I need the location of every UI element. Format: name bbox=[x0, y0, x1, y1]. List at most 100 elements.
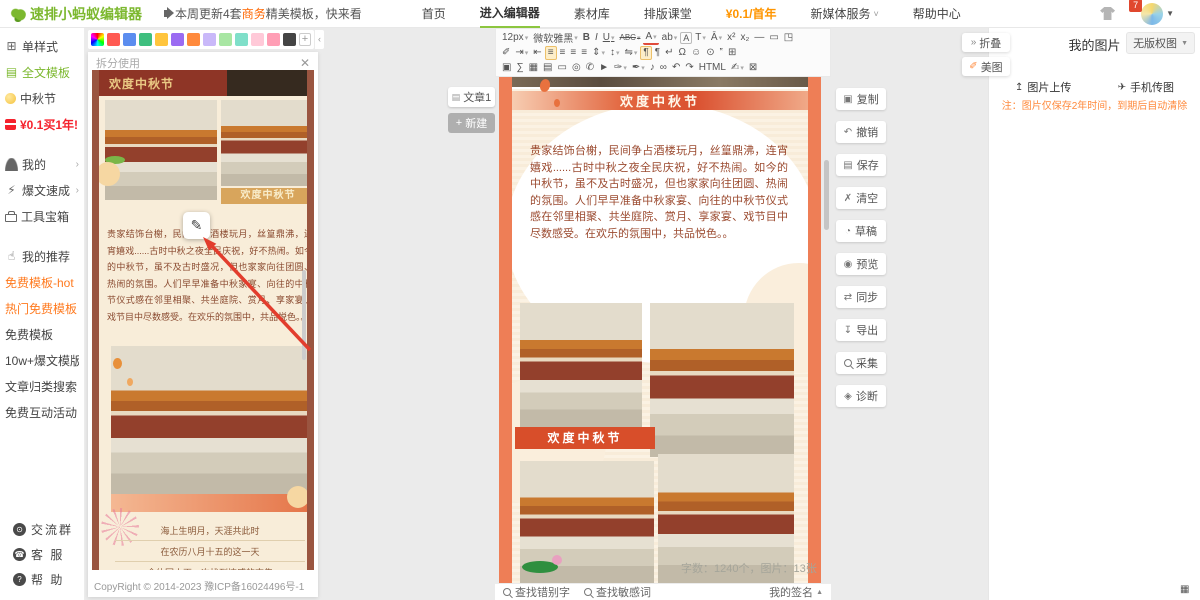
border-button[interactable]: A bbox=[680, 32, 692, 44]
special-char-button[interactable]: Ω bbox=[677, 46, 688, 60]
redo-button[interactable]: ↷ bbox=[683, 61, 695, 75]
preview-scrollbar[interactable] bbox=[302, 270, 306, 360]
logo[interactable]: 速排小蚂蚁编辑器 bbox=[10, 4, 142, 24]
sidebar-item-help[interactable]: ?帮 助 bbox=[0, 567, 84, 592]
sync-button[interactable]: ⇄同步 bbox=[836, 286, 886, 308]
new-article-button[interactable]: + 新建 bbox=[448, 113, 495, 133]
editor-canvas[interactable]: 欢度中秋节 贵家结饰台榭，民间争占酒楼玩月，丝篁鼎沸，连宵嬉戏......古时中… bbox=[499, 77, 821, 583]
article-paragraph[interactable]: 贵家结饰台榭，民间争占酒楼玩月，丝篁鼎沸，连宵嬉戏......古时中秋之夜全民庆… bbox=[530, 143, 788, 242]
color-swatch[interactable] bbox=[267, 33, 280, 46]
collapse-panel-button[interactable]: » 折叠 bbox=[962, 33, 1010, 52]
collect-button[interactable]: 采集 bbox=[836, 352, 886, 374]
sidebar-item-article-search[interactable]: 文章归类搜索 bbox=[0, 373, 84, 399]
image-button[interactable]: ▦ bbox=[527, 61, 540, 75]
highlight-color-button[interactable]: ab▾ bbox=[660, 31, 680, 45]
palace-image[interactable] bbox=[520, 303, 642, 427]
nav-editor[interactable]: 进入编辑器 bbox=[480, 0, 540, 28]
line-break-button[interactable]: ↵ bbox=[663, 46, 675, 60]
edit-pencil-button[interactable]: ✎ bbox=[183, 212, 210, 239]
paragraph-rtl-button[interactable]: ¶ bbox=[653, 46, 662, 60]
gallery-button[interactable]: ▤ bbox=[541, 61, 554, 75]
indent-button[interactable]: ⇥▾ bbox=[513, 46, 530, 60]
copyright-filter-dropdown[interactable]: 无版权图 ▼ bbox=[1126, 32, 1195, 54]
fullscreen-button[interactable]: ⊠ bbox=[747, 61, 759, 75]
sidebar-item-customer-service[interactable]: ☎客 服 bbox=[0, 542, 84, 567]
italic-button[interactable]: I bbox=[593, 31, 600, 45]
blockquote-button[interactable]: ‟ bbox=[718, 46, 725, 60]
text-direction-button[interactable]: ⇋▾ bbox=[622, 46, 639, 60]
line-height-button[interactable]: ⇕▾ bbox=[590, 46, 607, 60]
outdent-button[interactable]: ⇤ bbox=[531, 46, 543, 60]
sidebar-item-free-template-hot[interactable]: 免费模板-hot bbox=[0, 269, 84, 295]
table-button[interactable]: ⊞ bbox=[726, 46, 738, 60]
sidebar-item-hot-free-template[interactable]: 热门免费模板 bbox=[0, 295, 84, 321]
template-preview[interactable]: 欢度中秋节 欢度中秋节 贵家结饰台榭，民间争占酒楼玩月，丝篁鼎沸，连宵嬉戏...… bbox=[92, 70, 314, 570]
undo-button[interactable]: ↶撤销 bbox=[836, 121, 886, 143]
color-swatch[interactable] bbox=[235, 33, 248, 46]
color-swatch[interactable] bbox=[251, 33, 264, 46]
sidebar-item-recommend[interactable]: ☝我的推荐 bbox=[0, 243, 84, 269]
text-style-button[interactable]: T▾ bbox=[693, 31, 708, 45]
phone-upload-button[interactable]: ✈ 手机传图 bbox=[1118, 79, 1174, 95]
sidebar-item-free-template[interactable]: 免费模板 bbox=[0, 321, 84, 347]
sidebar-item-full-template[interactable]: ▤全文模板 bbox=[0, 59, 84, 85]
color-swatch[interactable] bbox=[171, 33, 184, 46]
underline-button[interactable]: U▾ bbox=[601, 31, 617, 45]
find-sensitive-button[interactable]: 查找敏感词 bbox=[584, 584, 651, 600]
strikethrough-button[interactable]: ABC▾ bbox=[617, 31, 642, 45]
record-button[interactable]: ◎ bbox=[570, 61, 583, 75]
open-doc-button[interactable]: ◳ bbox=[782, 31, 795, 45]
paste-button[interactable]: ▣ bbox=[500, 61, 513, 75]
add-color-button[interactable]: + bbox=[299, 33, 311, 46]
announcement[interactable]: 本周更新4套商务精美模板，快来看 bbox=[164, 5, 362, 22]
my-signature-button[interactable]: 我的签名 ▲ bbox=[769, 584, 823, 600]
editor-scrollbar[interactable] bbox=[824, 160, 829, 230]
new-doc-button[interactable]: ▭ bbox=[767, 31, 780, 45]
user-menu[interactable]: 7 ▼ bbox=[1141, 3, 1174, 25]
nav-media-services[interactable]: 新媒体服务˅ bbox=[810, 0, 878, 28]
font-size-select[interactable]: 12px▾ bbox=[500, 31, 530, 45]
bold-button[interactable]: B bbox=[581, 31, 592, 45]
color-swatch[interactable] bbox=[107, 33, 120, 46]
sidebar-item-hot-article[interactable]: ⚡爆文速成› bbox=[0, 177, 84, 203]
media-button[interactable]: ► bbox=[597, 61, 611, 75]
audio-button[interactable]: ✆ bbox=[584, 61, 596, 75]
find-typo-button[interactable]: 查找错别字 bbox=[503, 584, 570, 600]
letter-spacing-button[interactable]: Ā▾ bbox=[709, 31, 724, 45]
color-swatch[interactable] bbox=[219, 33, 232, 46]
font-family-select[interactable]: 微软雅黑▾ bbox=[531, 31, 580, 45]
close-icon[interactable]: ✕ bbox=[300, 56, 310, 70]
subscript-button[interactable]: x₂ bbox=[738, 31, 751, 45]
undo-button[interactable]: ↶ bbox=[670, 61, 682, 75]
palace-image[interactable] bbox=[650, 303, 794, 457]
nav-home[interactable]: 首页 bbox=[422, 0, 446, 28]
skin-icon[interactable] bbox=[1100, 7, 1115, 20]
draft-button[interactable]: ◔草稿 bbox=[836, 220, 886, 242]
palette-collapse-button[interactable]: ‹ bbox=[315, 30, 324, 49]
paragraph-ltr-button[interactable]: ¶ bbox=[640, 46, 651, 60]
grid-view-icon[interactable]: ▦ bbox=[1180, 584, 1189, 595]
color-swatch[interactable] bbox=[283, 33, 296, 46]
emoji-button[interactable]: ☺ bbox=[689, 46, 703, 60]
align-center-button[interactable]: ≡ bbox=[558, 46, 568, 60]
video-button[interactable]: ▭ bbox=[556, 61, 569, 75]
html-button[interactable]: HTML bbox=[697, 61, 728, 75]
sidebar-item-mine[interactable]: 我的› bbox=[0, 151, 84, 177]
sidebar-item-toolbox[interactable]: 工具宝箱 bbox=[0, 203, 84, 229]
sidebar-item-10w-articles[interactable]: 10w+爆文模版 bbox=[0, 347, 84, 373]
font-color-button[interactable]: A▾ bbox=[643, 31, 658, 45]
color-swatch[interactable] bbox=[187, 33, 200, 46]
spacing-button[interactable]: ↕▾ bbox=[608, 46, 622, 60]
align-justify-button[interactable]: ≡ bbox=[579, 46, 589, 60]
sidebar-item-promo[interactable]: ¥0.1买1年! bbox=[0, 111, 84, 137]
avatar[interactable] bbox=[1141, 3, 1163, 25]
article-content[interactable]: 欢度中秋节 贵家结饰台榭，民间争占酒楼玩月，丝篁鼎沸，连宵嬉戏......古时中… bbox=[512, 77, 808, 583]
superscript-button[interactable]: x² bbox=[725, 31, 737, 45]
color-swatch[interactable] bbox=[203, 33, 216, 46]
color-swatch[interactable] bbox=[155, 33, 168, 46]
nav-price[interactable]: ¥0.1/首年 bbox=[726, 0, 777, 28]
save-button[interactable]: ▤保存 bbox=[836, 154, 886, 176]
nav-course[interactable]: 排版课堂 bbox=[644, 0, 692, 28]
beautify-image-button[interactable]: ✐ 美图 bbox=[962, 57, 1010, 76]
color-swatch[interactable] bbox=[123, 33, 136, 46]
